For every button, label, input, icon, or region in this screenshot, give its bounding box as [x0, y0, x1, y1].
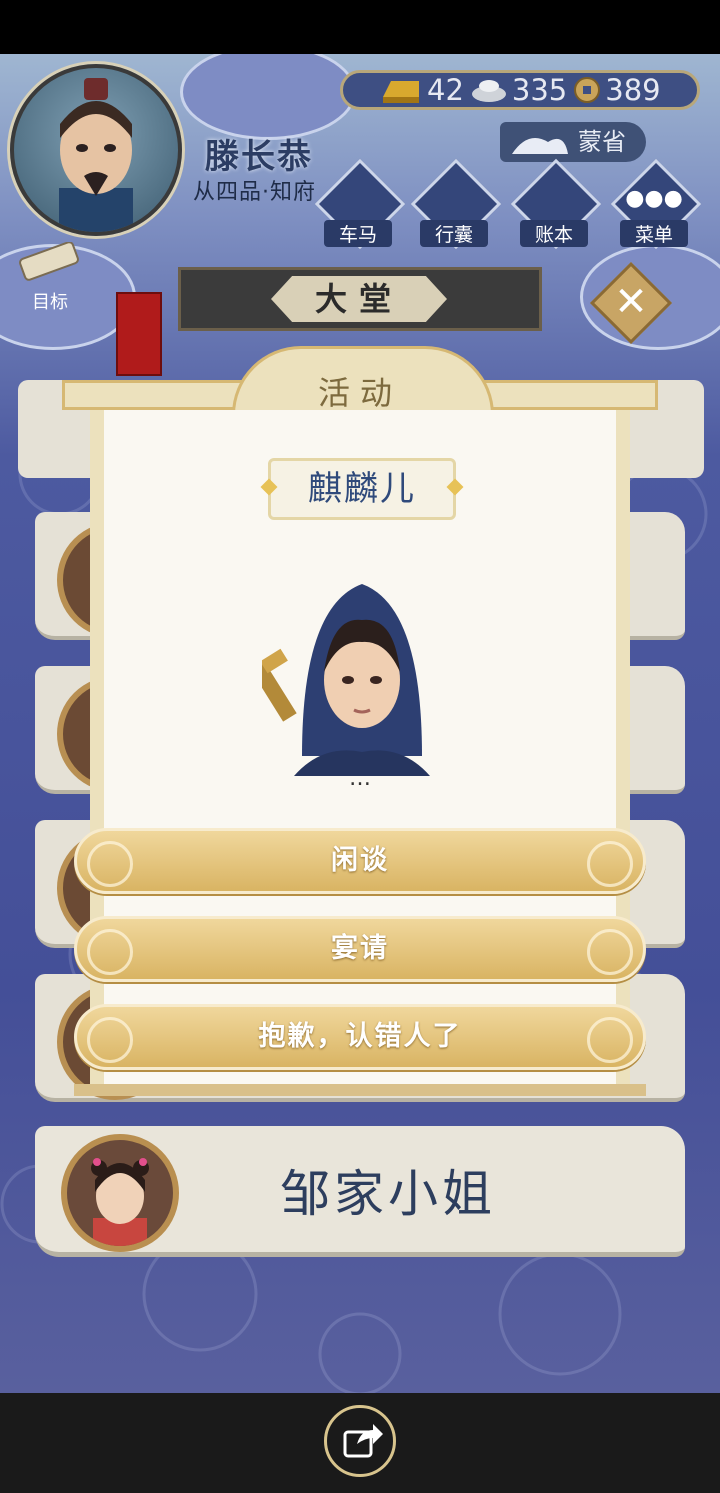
cloud-swirl-icon	[87, 929, 133, 975]
dots-glyph: ●●●	[625, 186, 683, 211]
zou-lady-name: 邹家小姐	[280, 1165, 496, 1223]
npc-dialogue: …	[349, 766, 371, 791]
menu-button-carriage[interactable]: 车马	[314, 158, 406, 250]
option-apologize-button[interactable]: 抱歉，认错人了	[74, 1004, 646, 1070]
option-label: 抱歉，认错人了	[258, 1021, 462, 1052]
silver-ingot-icon	[471, 80, 506, 102]
option-banquet-button[interactable]: 宴请	[74, 916, 646, 982]
silver-count: 335	[511, 73, 568, 107]
option-chat-button[interactable]: 闲谈	[74, 828, 646, 894]
zou-lady-card[interactable]: 邹家小姐	[35, 1126, 685, 1257]
menu-label: 账本	[520, 220, 588, 247]
region-button[interactable]: 蒙省	[500, 122, 646, 162]
official-portrait	[59, 78, 133, 232]
cloud-swirl-icon	[87, 1017, 133, 1063]
menu-label: 菜单	[620, 220, 688, 247]
lady-portrait	[91, 1158, 149, 1246]
hooded-swordsman-portrait	[251, 584, 430, 776]
menu-label: 行囊	[420, 220, 488, 247]
goal-label: 目标	[32, 292, 68, 313]
player-name: 滕长恭	[205, 137, 313, 177]
dialog-bottom-frame	[74, 1084, 646, 1096]
game-screen: 滕长恭 从四品·知府 42 335 389 蒙省 车马 行囊 账本 ●●● 菜单…	[0, 54, 720, 1393]
cloud-swirl-icon	[587, 841, 633, 887]
dialog-title: 活动	[317, 374, 402, 412]
hall-title: 大堂	[271, 276, 447, 322]
player-rank: 从四品·知府	[193, 180, 316, 205]
close-icon: ✕	[614, 279, 648, 325]
share-button[interactable]	[324, 1405, 396, 1477]
option-label: 宴请	[331, 933, 389, 964]
goal-button[interactable]: 目标	[10, 241, 90, 314]
region-label: 蒙省	[578, 128, 626, 156]
npc-portrait	[251, 576, 452, 776]
gold-count: 42	[427, 73, 464, 107]
region-cloud-icon	[512, 138, 568, 154]
menu-button-bag[interactable]: 行囊	[410, 158, 502, 250]
npc-name: 麒麟儿	[308, 469, 416, 509]
copper-coin-icon	[574, 77, 601, 103]
menu-label: 车马	[324, 220, 392, 247]
cloud-swirl-icon	[87, 841, 133, 887]
npc-name-tag: 麒麟儿	[260, 458, 464, 520]
share-icon	[343, 1424, 383, 1458]
player-avatar[interactable]	[10, 64, 182, 236]
coin-count: 389	[605, 73, 661, 107]
gold-ingot-icon	[383, 81, 419, 103]
menu-button-more[interactable]: ●●● 菜单	[610, 158, 702, 250]
hall-banner: 大堂	[178, 267, 542, 331]
status-bar	[0, 0, 720, 54]
zou-lady-avatar	[61, 1134, 179, 1252]
currency-bar: 42 335 389	[340, 70, 700, 110]
scroll-icon	[19, 241, 79, 281]
menu-button-ledger[interactable]: 账本	[510, 158, 602, 250]
option-label: 闲谈	[331, 845, 389, 876]
cloud-swirl-icon	[587, 929, 633, 975]
cloud-swirl-icon	[587, 1017, 633, 1063]
